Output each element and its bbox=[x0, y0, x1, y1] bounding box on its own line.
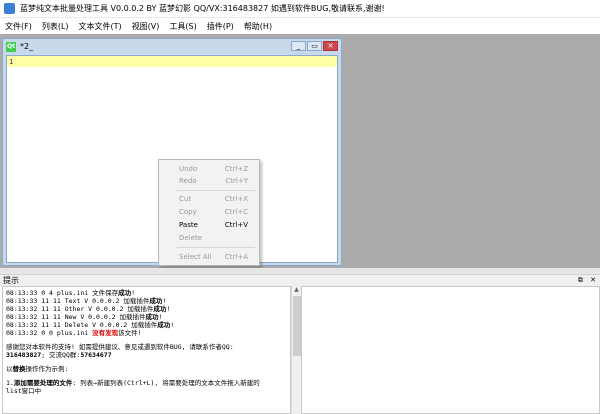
scroll-thumb[interactable] bbox=[293, 296, 301, 356]
scroll-up-icon[interactable]: ▲ bbox=[292, 286, 301, 295]
subwindow-name: *2_ bbox=[20, 42, 34, 51]
ctx-undo-shortcut: Ctrl+Z bbox=[224, 165, 248, 173]
ctx-redo[interactable]: Redo Ctrl+Y bbox=[159, 175, 259, 187]
log-line: 08:13:32 0 0 plus.ini 没有发现该文件! bbox=[6, 329, 142, 337]
contact-line: 316483827; 交流QQ群:57634677 bbox=[6, 351, 112, 359]
ctx-select-all-label: Select All bbox=[179, 253, 212, 261]
panel-buttons: ⧉ ✕ bbox=[573, 276, 596, 285]
ctx-select-all[interactable]: Select All Ctrl+A bbox=[159, 251, 259, 263]
maximize-icon[interactable]: ▭ bbox=[307, 41, 322, 51]
ctx-undo[interactable]: Undo Ctrl+Z bbox=[159, 163, 259, 175]
menu-tools[interactable]: 工具(S) bbox=[164, 21, 201, 32]
ctx-select-all-shortcut: Ctrl+A bbox=[224, 253, 248, 261]
subwindow-buttons: _ ▭ ✕ bbox=[290, 41, 338, 51]
step-line-cont: list窗口中 bbox=[6, 387, 42, 395]
panel-title: 提示 bbox=[3, 276, 19, 285]
float-icon[interactable]: ⧉ bbox=[578, 276, 583, 284]
menu-file[interactable]: 文件(F) bbox=[0, 21, 37, 32]
ctx-separator bbox=[177, 190, 255, 191]
menu-view[interactable]: 视图(V) bbox=[127, 21, 165, 32]
ctx-separator bbox=[177, 247, 255, 248]
menu-text-file[interactable]: 文本文件(T) bbox=[74, 21, 127, 32]
example-line: 以替换操作作为示例: bbox=[6, 365, 69, 373]
ctx-redo-label: Redo bbox=[179, 177, 197, 185]
ctx-cut[interactable]: Cut Ctrl+X bbox=[159, 193, 259, 205]
log-output[interactable]: 08:13:33 0 4 plus.ini 文件保存成功! 08:13:33 1… bbox=[2, 286, 291, 414]
ctx-paste-shortcut: Ctrl+V bbox=[224, 221, 248, 229]
close-icon[interactable]: ✕ bbox=[590, 276, 596, 284]
ctx-delete-label: Delete bbox=[179, 234, 202, 242]
ctx-delete[interactable]: Delete bbox=[159, 232, 259, 244]
minimize-icon[interactable]: _ bbox=[291, 41, 306, 51]
title-bar: 蓝梦纯文本批量处理工具 V0.0.0.2 BY 蓝梦幻影 QQ/VX:31648… bbox=[0, 0, 600, 18]
thanks-line: 感谢您对本软件的支持! 如需提供建议、意见或遇到软件BUG, 请联系作者QQ: bbox=[6, 343, 234, 351]
menu-help[interactable]: 帮助(H) bbox=[239, 21, 277, 32]
ctx-paste[interactable]: Paste Ctrl+V bbox=[159, 219, 259, 231]
log-line: 08:13:33 11 11 Text V 0.0.0.2 加载插件成功! bbox=[6, 297, 167, 305]
ctx-copy-shortcut: Ctrl+C bbox=[224, 208, 248, 216]
ctx-cut-label: Cut bbox=[179, 195, 192, 203]
log-line: 08:13:32 11 11 New V 0.0.0.2 加载插件成功! bbox=[6, 313, 163, 321]
step-line: 1.添加需要处理的文件: 列表→新建列表(Ctrl+L), 将需要处理的文本文件… bbox=[6, 379, 260, 387]
qt-icon: Qt bbox=[6, 41, 16, 52]
line-number: 1 bbox=[9, 57, 14, 66]
current-line[interactable]: 1 bbox=[7, 56, 337, 67]
mdi-area: Qt *2_ _ ▭ ✕ 1 bbox=[0, 34, 600, 268]
log-line: 08:13:32 11 11 Other V 0.0.0.2 加载插件成功! bbox=[6, 305, 171, 313]
hint-panel-header: 提示 ⧉ ✕ bbox=[0, 274, 600, 286]
context-menu: Undo Ctrl+Z Redo Ctrl+Y Cut Ctrl+X Copy Ctrl… bbox=[158, 159, 260, 266]
app-icon bbox=[4, 3, 15, 14]
menu-bar: 文件(F) 列表(L) 文本文件(T) 视图(V) 工具(S) 插件(P) 帮助… bbox=[0, 18, 600, 34]
window-title: 蓝梦纯文本批量处理工具 V0.0.0.2 BY 蓝梦幻影 QQ/VX:31648… bbox=[20, 4, 385, 13]
ctx-copy-label: Copy bbox=[179, 208, 197, 216]
ctx-copy[interactable]: Copy Ctrl+C bbox=[159, 206, 259, 218]
ctx-paste-label: Paste bbox=[179, 221, 198, 229]
log-scrollbar[interactable]: ▲ bbox=[291, 286, 301, 414]
close-icon[interactable]: ✕ bbox=[323, 41, 338, 51]
log-line: 08:13:32 11 11 Delete V 0.0.0.2 加载插件成功! bbox=[6, 321, 175, 329]
secondary-pane[interactable] bbox=[301, 286, 600, 414]
menu-plugins[interactable]: 插件(P) bbox=[202, 21, 239, 32]
ctx-redo-shortcut: Ctrl+Y bbox=[225, 177, 248, 185]
subwindow-title-bar[interactable]: Qt *2_ _ ▭ ✕ bbox=[3, 39, 341, 54]
menu-list[interactable]: 列表(L) bbox=[37, 21, 74, 32]
ctx-cut-shortcut: Ctrl+X bbox=[224, 195, 248, 203]
log-line: 08:13:33 0 4 plus.ini 文件保存成功! bbox=[6, 289, 136, 297]
ctx-undo-label: Undo bbox=[179, 165, 198, 173]
